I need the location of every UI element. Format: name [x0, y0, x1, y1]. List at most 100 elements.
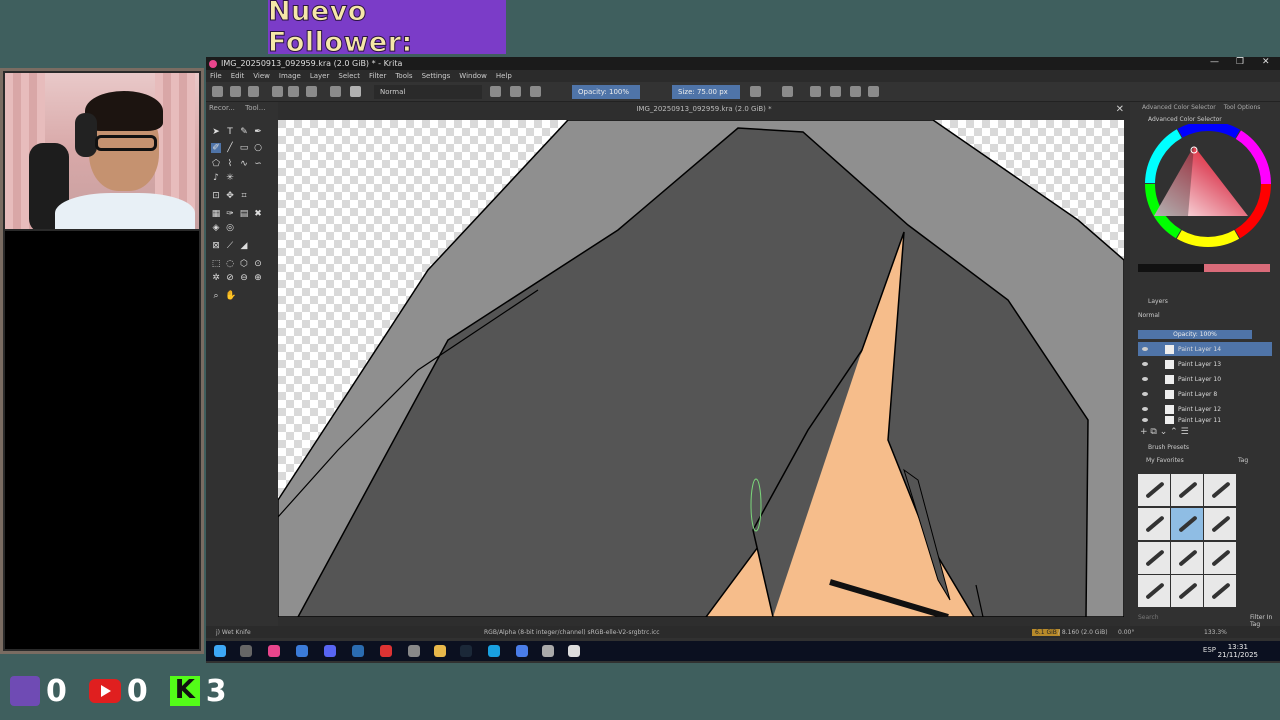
dynamic-brush-icon[interactable]: ♪	[211, 173, 221, 183]
move-tool-icon[interactable]: ✥	[225, 191, 235, 201]
krita-taskbar-icon[interactable]	[268, 645, 280, 657]
fill-tool-icon[interactable]: ◈	[211, 223, 221, 233]
enclose-fill-icon[interactable]: ◎	[225, 223, 235, 233]
move-up-icon[interactable]: ⌃	[1170, 427, 1178, 437]
edge-icon[interactable]	[488, 645, 500, 657]
freehand-select-icon[interactable]: ⊙	[253, 259, 263, 269]
crop-tool-icon[interactable]: ⌗	[239, 191, 249, 201]
polygon-select-icon[interactable]: ⬡	[239, 259, 249, 269]
brush-preset[interactable]	[1138, 474, 1170, 506]
menu-tools[interactable]: Tools	[395, 72, 412, 80]
add-layer-icon[interactable]: +	[1140, 427, 1148, 437]
settings-icon[interactable]	[408, 645, 420, 657]
transform-tool-icon[interactable]: ⊡	[211, 191, 221, 201]
opacity-slider[interactable]: Opacity: 100%	[572, 85, 640, 99]
visibility-icon[interactable]	[1142, 392, 1148, 396]
gradient-icon[interactable]	[272, 86, 283, 97]
start-icon[interactable]	[214, 645, 226, 657]
layer-row[interactable]: Paint Layer 14	[1138, 342, 1272, 356]
mail-icon[interactable]	[516, 645, 528, 657]
redo-icon[interactable]	[868, 86, 879, 97]
menu-select[interactable]: Select	[338, 72, 360, 80]
select-shapes-icon[interactable]: ➤	[211, 127, 221, 137]
colorize-mask-icon[interactable]: ▤	[239, 209, 249, 219]
duplicate-layer-icon[interactable]: ⧉	[1150, 427, 1156, 437]
file-explorer-icon[interactable]	[434, 645, 446, 657]
contiguous-select-icon[interactable]: ✲	[211, 273, 221, 283]
visibility-icon[interactable]	[1142, 362, 1148, 366]
app-taskbar-icon[interactable]	[296, 645, 308, 657]
similar-select-icon[interactable]: ⊘	[225, 273, 235, 283]
rect-select-icon[interactable]: ⬚	[211, 259, 221, 269]
tray-language[interactable]: ESP	[1203, 646, 1216, 654]
menu-view[interactable]: View	[253, 72, 270, 80]
layer-row[interactable]: Paint Layer 11	[1138, 416, 1272, 424]
polyline-tool-icon[interactable]: ⌇	[225, 159, 235, 169]
calligraphy-icon[interactable]: ✒	[253, 127, 263, 137]
freehand-brush-icon[interactable]: ✐	[211, 143, 221, 153]
brush-preset[interactable]	[1138, 507, 1170, 540]
tag-button[interactable]: Tag	[1238, 457, 1248, 464]
brush-preset-selected[interactable]	[1171, 507, 1203, 540]
menu-file[interactable]: File	[210, 72, 222, 80]
pan-tool-icon[interactable]: ✋	[225, 291, 236, 301]
task-view-icon[interactable]	[240, 645, 252, 657]
visibility-icon[interactable]	[1142, 347, 1148, 351]
workspace-icon[interactable]	[830, 86, 841, 97]
size-slider[interactable]: Size: 75.00 px	[672, 85, 740, 99]
tab-color-selector[interactable]: Advanced Color Selector	[1142, 104, 1216, 111]
bezier-tool-icon[interactable]: ∿	[239, 159, 249, 169]
layer-properties-icon[interactable]: ☰	[1181, 427, 1189, 437]
document-tab[interactable]: IMG_20250913_092959.kra (2.0 GiB) *	[278, 102, 1130, 116]
brush-preset[interactable]	[1171, 575, 1203, 608]
rotation-angle[interactable]: 0.00°	[1118, 629, 1134, 636]
menu-edit[interactable]: Edit	[231, 72, 245, 80]
maximize-button[interactable]: ❐	[1236, 57, 1244, 67]
color-swap-icon[interactable]	[306, 86, 317, 97]
layer-row[interactable]: Paint Layer 13	[1138, 357, 1272, 371]
bezier-select-icon[interactable]: ⊖	[239, 273, 249, 283]
brush-preset[interactable]	[1204, 575, 1236, 608]
layer-row[interactable]: Paint Layer 8	[1138, 387, 1272, 401]
brush-preset[interactable]	[1138, 575, 1170, 608]
brush-preset-icon[interactable]	[350, 86, 361, 97]
preserve-alpha-icon[interactable]	[510, 86, 521, 97]
move-down-icon[interactable]: ⌄	[1160, 427, 1168, 437]
layer-row[interactable]: Paint Layer 12	[1138, 402, 1272, 416]
menu-window[interactable]: Window	[459, 72, 487, 80]
layer-row[interactable]: Paint Layer 10	[1138, 372, 1272, 386]
rectangle-tool-icon[interactable]: ▭	[239, 143, 249, 153]
polygon-tool-icon[interactable]: ⬠	[211, 159, 221, 169]
mirror-vertical-icon[interactable]	[782, 86, 793, 97]
app-taskbar-icon[interactable]	[352, 645, 364, 657]
tab-toolbox[interactable]: Tool...	[245, 104, 265, 112]
drawing-canvas[interactable]	[278, 120, 1124, 617]
brush-preset[interactable]	[1171, 541, 1203, 574]
magnetic-select-icon[interactable]: ⊕	[253, 273, 263, 283]
line-tool-icon[interactable]: ╱	[225, 143, 235, 153]
discord-icon[interactable]	[324, 645, 336, 657]
minimize-button[interactable]: —	[1210, 57, 1219, 67]
gradient-tool-icon[interactable]: ▦	[211, 209, 221, 219]
brush-settings-icon[interactable]	[330, 86, 341, 97]
filter-in-tag-checkbox[interactable]: Filter In Tag	[1250, 614, 1280, 628]
tab-tool-options[interactable]: Tool Options	[1224, 104, 1261, 111]
menu-layer[interactable]: Layer	[310, 72, 330, 80]
tab-recorder[interactable]: Recor...	[209, 104, 235, 112]
pattern-icon[interactable]	[288, 86, 299, 97]
color-picker-icon[interactable]: ✑	[225, 209, 235, 219]
new-document-icon[interactable]	[212, 86, 223, 97]
eraser-icon[interactable]	[490, 86, 501, 97]
freehand-path-icon[interactable]: ∽	[253, 159, 263, 169]
zoom-level[interactable]: 133.3%	[1204, 629, 1227, 636]
brush-preset[interactable]	[1204, 507, 1236, 540]
color-wheel[interactable]	[1138, 124, 1276, 284]
app-taskbar-icon[interactable]	[568, 645, 580, 657]
store-icon[interactable]	[542, 645, 554, 657]
multibrush-icon[interactable]: ✳	[225, 173, 235, 183]
brush-preset[interactable]	[1171, 474, 1203, 506]
brush-search-input[interactable]: Search	[1138, 614, 1159, 621]
undo-icon[interactable]	[850, 86, 861, 97]
measure-tool-icon[interactable]: ⟋	[225, 241, 235, 251]
save-icon[interactable]	[248, 86, 259, 97]
